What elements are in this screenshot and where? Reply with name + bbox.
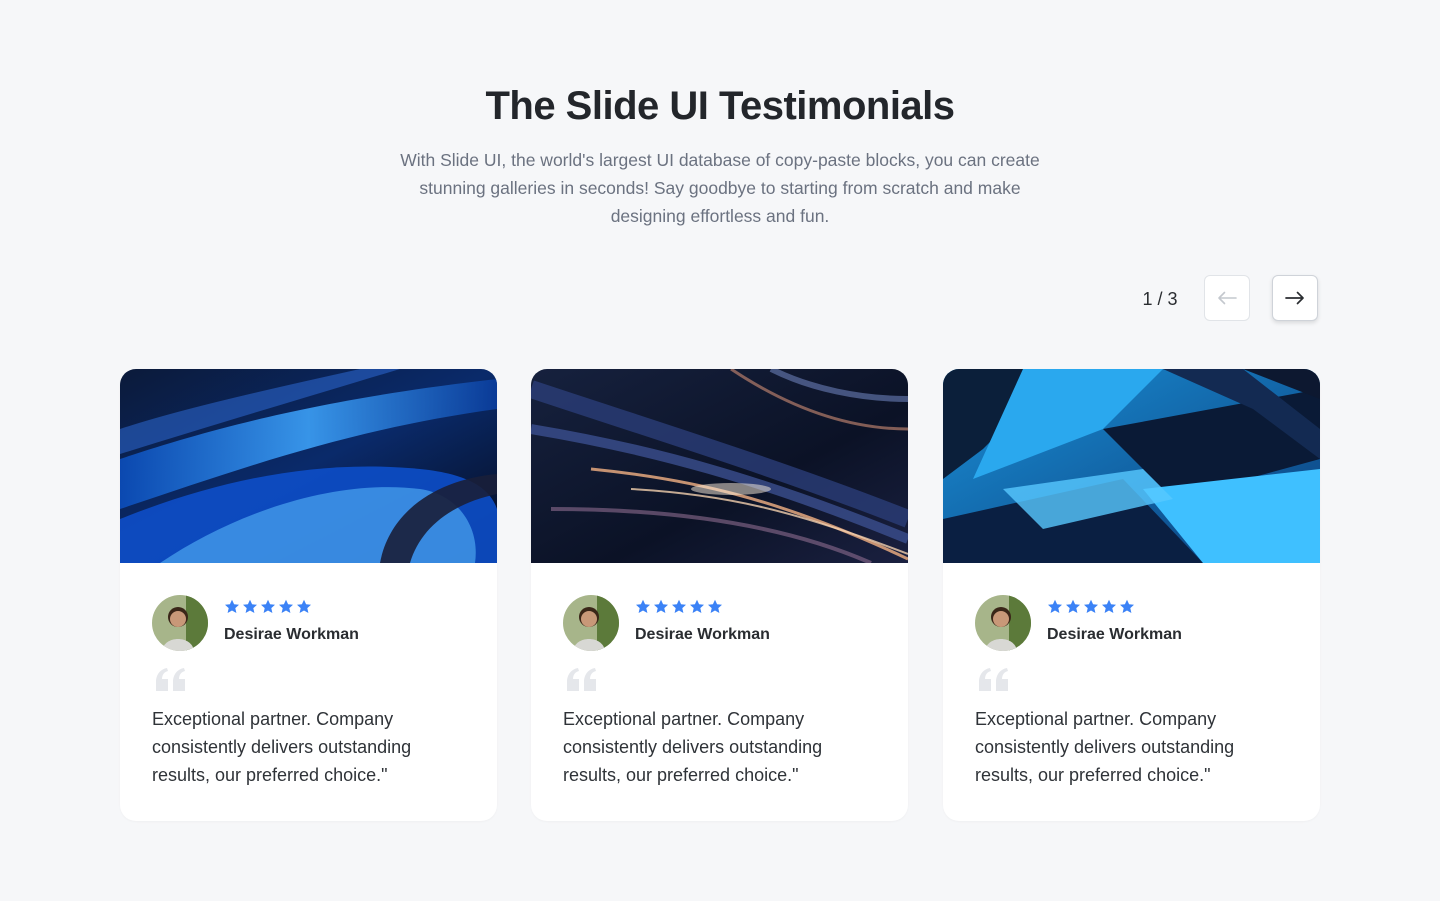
star-icon [243, 599, 257, 613]
abstract-blue-waves-image [120, 369, 497, 563]
star-icon [1066, 599, 1080, 613]
previous-button[interactable] [1204, 275, 1250, 321]
star-icon [279, 599, 293, 613]
rating-stars [224, 599, 312, 615]
quote-icon [979, 668, 1008, 691]
star-icon [1048, 599, 1062, 613]
testimonial-quote: Exceptional partner. Company consistentl… [152, 709, 412, 785]
page-subtitle: With Slide UI, the world's largest UI da… [400, 150, 1040, 226]
star-icon [225, 599, 239, 613]
quote-icon [567, 668, 596, 691]
star-icon [636, 599, 650, 613]
star-icon [672, 599, 686, 613]
abstract-dark-streaks-image [531, 369, 908, 563]
avatar [563, 595, 619, 651]
author-name: Desirae Workman [224, 626, 359, 643]
star-icon [1084, 599, 1098, 613]
testimonials-section: The Slide UI Testimonials With Slide UI,… [0, 0, 1440, 901]
testimonial-card: Desirae Workman Exceptional partner. Com… [120, 369, 497, 821]
rating-stars [1047, 599, 1135, 615]
star-icon [654, 599, 668, 613]
pager-count: 1 / 3 [1142, 289, 1178, 309]
star-icon [690, 599, 704, 613]
next-button[interactable] [1272, 275, 1318, 321]
author-name: Desirae Workman [1047, 626, 1182, 643]
avatar [152, 595, 208, 651]
star-icon [261, 599, 275, 613]
author-name: Desirae Workman [635, 626, 770, 643]
star-icon [1102, 599, 1116, 613]
quote-icon [156, 668, 185, 691]
arrow-right-icon [1285, 291, 1304, 305]
testimonial-quote: Exceptional partner. Company consistentl… [975, 709, 1235, 785]
star-icon [1120, 599, 1134, 613]
testimonial-quote: Exceptional partner. Company consistentl… [563, 709, 823, 785]
star-icon [708, 599, 722, 613]
testimonial-card: Desirae Workman Exceptional partner. Com… [943, 369, 1320, 821]
page-title: The Slide UI Testimonials [485, 84, 955, 128]
testimonial-carousel: Desirae Workman Exceptional partner. Com… [120, 369, 1320, 821]
testimonial-card: Desirae Workman Exceptional partner. Com… [531, 369, 908, 821]
star-icon [297, 599, 311, 613]
rating-stars [635, 599, 723, 615]
arrow-left-icon [1218, 291, 1237, 305]
abstract-blue-shards-image [943, 369, 1320, 563]
avatar [975, 595, 1031, 651]
carousel-pager: 1 / 3 [1120, 275, 1320, 323]
